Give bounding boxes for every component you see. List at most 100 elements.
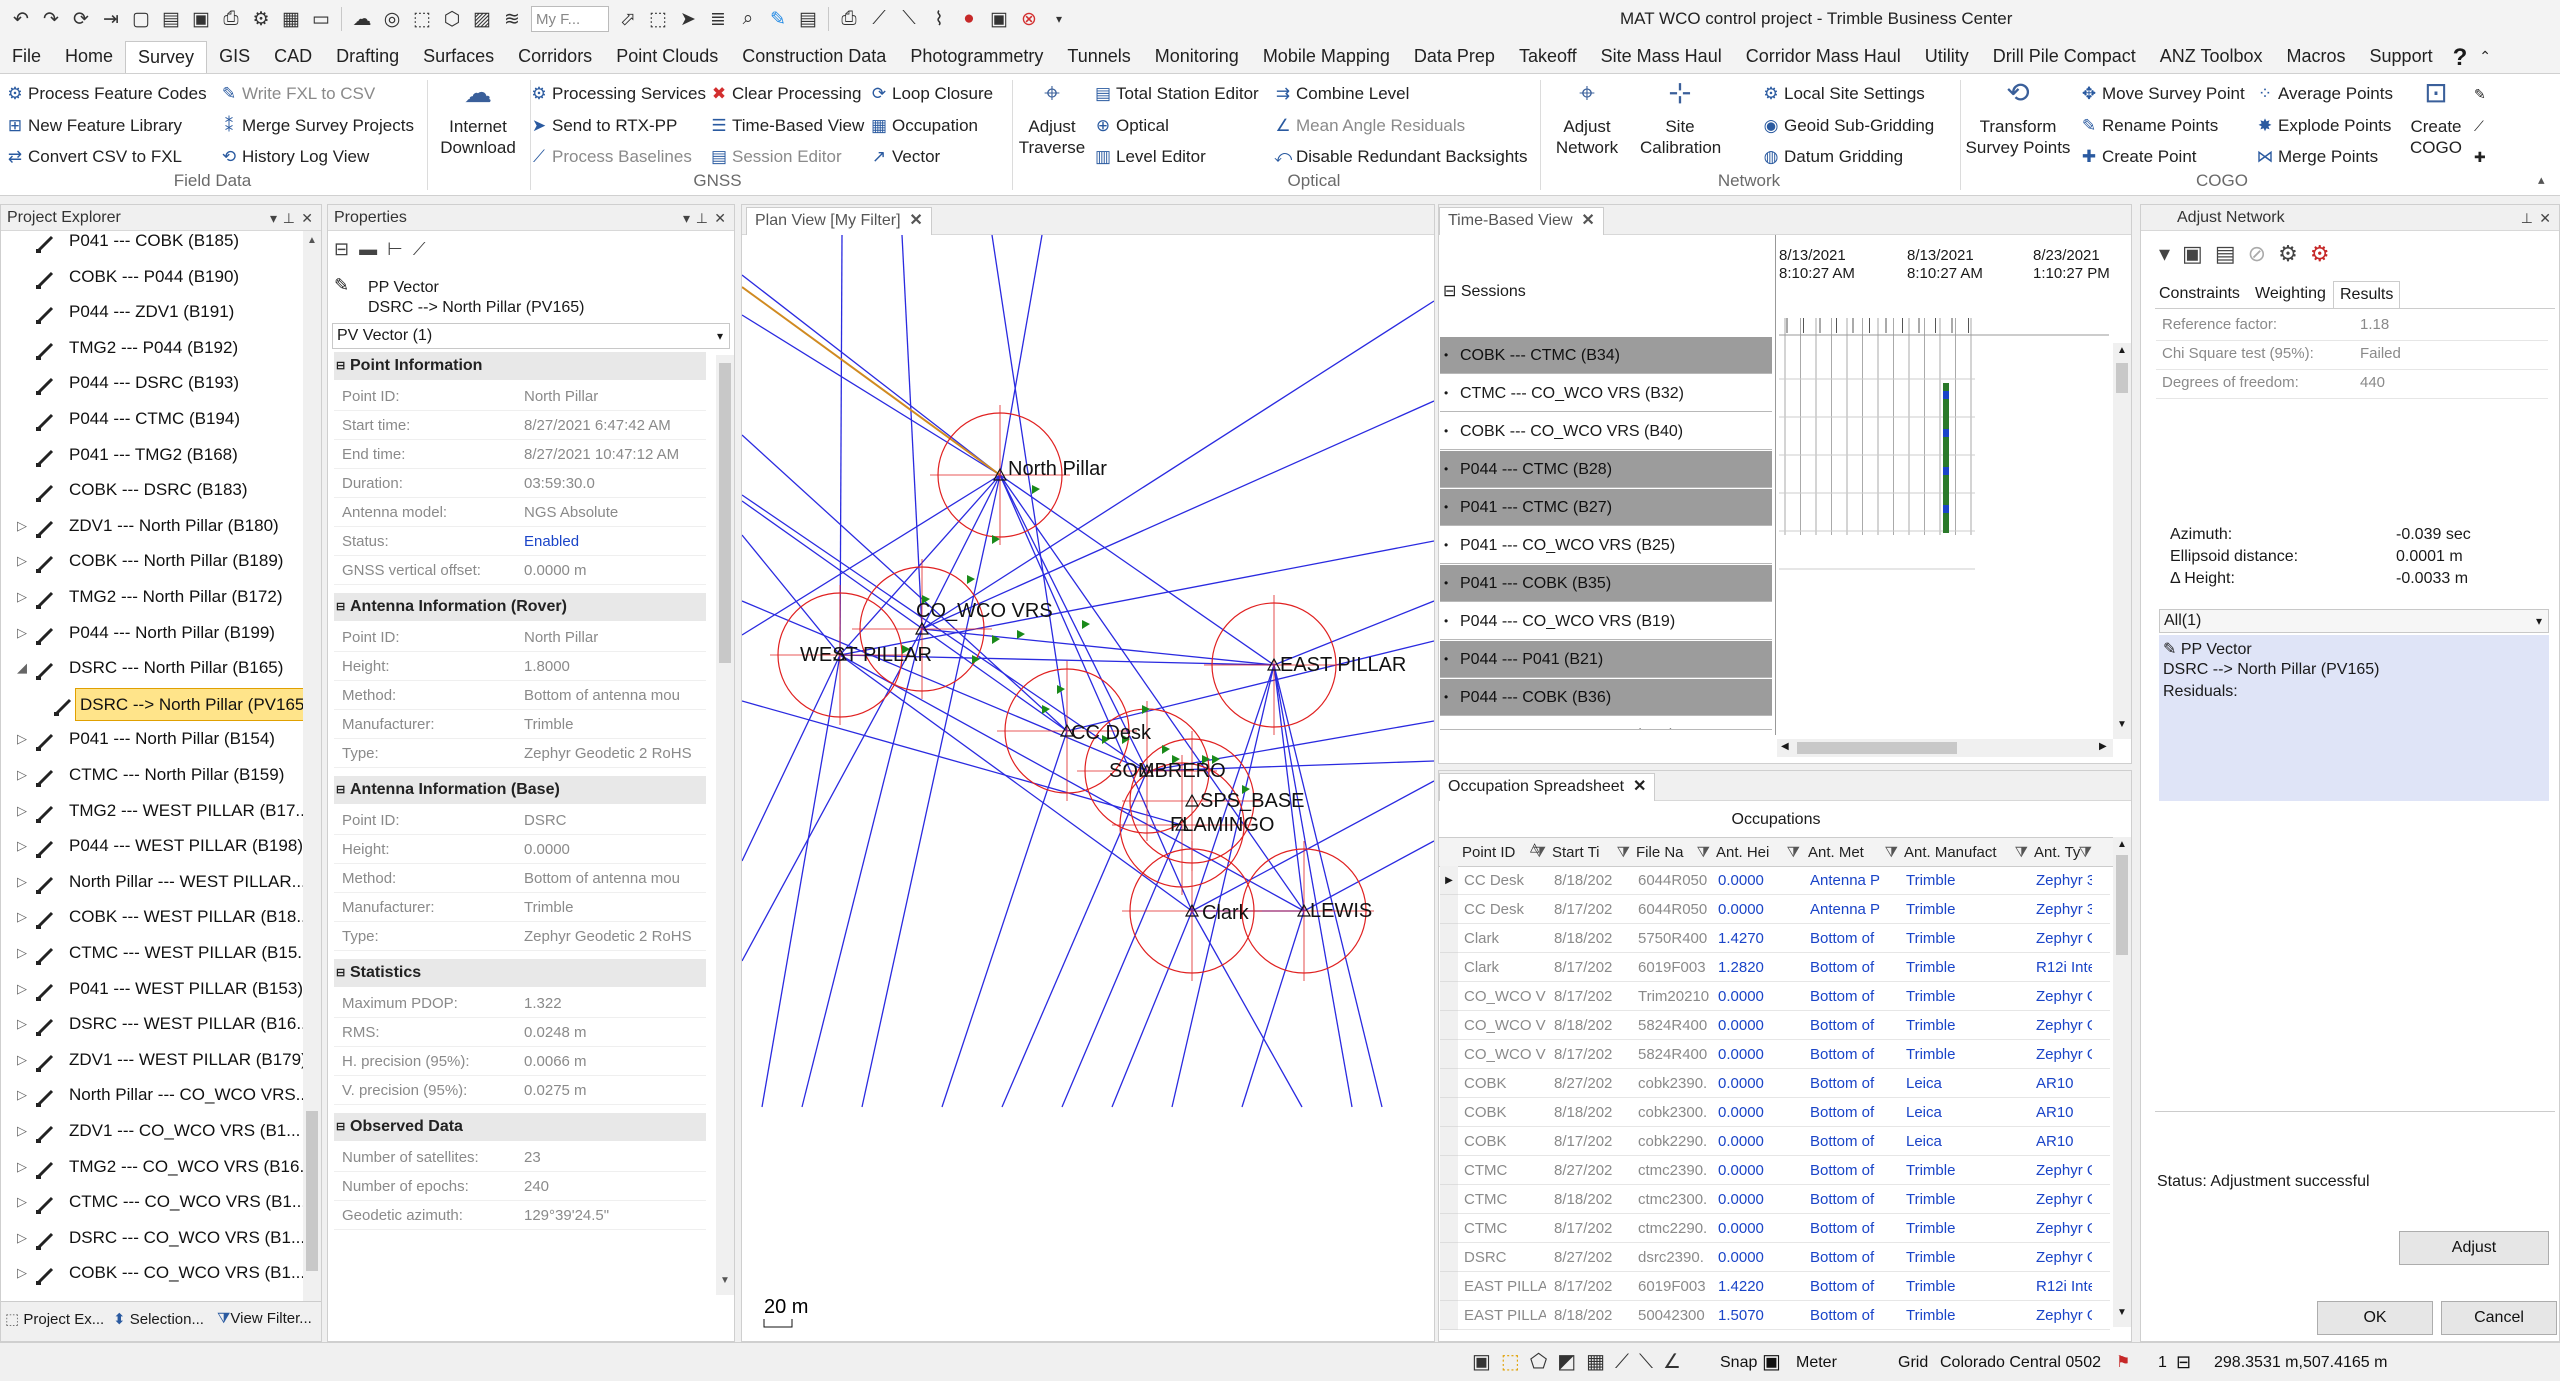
point-label[interactable]: SOMBRERO	[1109, 760, 1226, 782]
tree-icon[interactable]: ⊢	[387, 239, 403, 259]
tree-item[interactable]: ▷ P044 --- North Pillar (B199)	[1, 615, 303, 650]
table-cell[interactable]: Bottom of	[1810, 1214, 1898, 1243]
table-cell[interactable]: 6044R050	[1638, 895, 1710, 924]
tree-item[interactable]: ▷ P041 --- WEST PILLAR (B153)	[1, 971, 303, 1006]
units-selector[interactable]: Meter	[1796, 1343, 1837, 1381]
open-folder-icon[interactable]: ▤	[158, 6, 184, 32]
occupation-bar[interactable]	[1943, 429, 1949, 437]
level-editor-button[interactable]: ▥ Level Editor	[1094, 147, 1206, 167]
table-cell[interactable]: Trim20210	[1638, 982, 1710, 1011]
tree-item[interactable]: ▷ COBK --- CO_WCO VRS (B1...	[1, 1255, 303, 1290]
baseline-vector[interactable]	[1111, 910, 1193, 1108]
occupation-scrollbar[interactable]: ▲ ▼	[2113, 837, 2131, 1327]
table-cell[interactable]: Bottom of	[1810, 1301, 1898, 1330]
table-cell[interactable]: Trimble	[1906, 1214, 2028, 1243]
ribbon-tab-takeoff[interactable]: Takeoff	[1507, 41, 1589, 73]
row-selector[interactable]	[1440, 895, 1458, 924]
table-cell[interactable]: 0.0000	[1718, 1185, 1800, 1214]
close-icon[interactable]: ✕	[1581, 212, 1594, 229]
table-cell[interactable]: ctmc2300.	[1638, 1185, 1710, 1214]
table-cell[interactable]: CTMC	[1464, 1214, 1546, 1243]
write-fxl-to-csv-button[interactable]: ✎ Write FXL to CSV	[220, 84, 375, 104]
table-cell[interactable]: 8/17/202	[1554, 895, 1630, 924]
property-row[interactable]: H. precision (95%): 0.0066 m	[334, 1047, 706, 1076]
occupation-bar[interactable]	[1943, 391, 1949, 399]
create-cogo-button[interactable]: ⊡ Create COGO	[2402, 79, 2470, 158]
scroll-up-icon[interactable]: ▲	[2117, 839, 2127, 850]
expand-arrow-icon[interactable]: ▷	[17, 828, 27, 863]
table-cell[interactable]: Zephyr G	[2036, 1040, 2092, 1069]
table-cell[interactable]: 0.0000	[1718, 1098, 1800, 1127]
scroll-down-icon[interactable]: ▼	[720, 1275, 730, 1286]
table-cell[interactable]: CTMC	[1464, 1156, 1546, 1185]
point-label[interactable]: SPS_BASE	[1200, 790, 1305, 812]
property-section-header[interactable]: ⊟ Antenna Information (Base)	[334, 776, 706, 804]
loop-closure-button[interactable]: ⟳ Loop Closure	[870, 84, 993, 104]
send-to-rtx-pp-button[interactable]: ➤ Send to RTX-PP	[530, 116, 677, 136]
clipboard-icon[interactable]: ▤	[2215, 241, 2248, 266]
session-row[interactable]: • P044 --- COBK (B36)	[1440, 679, 1772, 716]
properties-selector[interactable]: PV Vector (1) ▾	[332, 323, 730, 349]
grid-icon[interactable]: ▦	[1586, 1351, 1615, 1373]
tree-item[interactable]: ▷ DSRC --- CO_WCO VRS (B1...	[1, 1220, 303, 1255]
table-cell[interactable]: AR10	[2036, 1127, 2092, 1156]
property-row[interactable]: Status: Enabled	[334, 527, 706, 556]
ok-button[interactable]: OK	[2317, 1301, 2433, 1335]
ribbon-tab-file[interactable]: File	[0, 41, 53, 73]
print-icon[interactable]: ⎙	[218, 6, 244, 32]
collapse-chevron-icon[interactable]: ⌃	[2467, 41, 2503, 73]
snap-fill-icon[interactable]: ◩	[1557, 1351, 1586, 1373]
convert-csv-to-fxl-button[interactable]: ⇄ Convert CSV to FXL	[6, 147, 182, 167]
table-cell[interactable]: Bottom of	[1810, 982, 1898, 1011]
dropdown-icon[interactable]: ▾	[2159, 241, 2182, 266]
tree-item[interactable]: ▷ TMG2 --- CO_WCO VRS (B16...	[1, 1149, 303, 1184]
process-feature-codes-button[interactable]: ⚙ Process Feature Codes	[6, 84, 206, 104]
tree-item[interactable]: ▷ CTMC --- North Pillar (B159)	[1, 757, 303, 792]
occupation-bar[interactable]	[1943, 467, 1949, 475]
ribbon-tab-construction-data[interactable]: Construction Data	[730, 41, 898, 73]
baseline-vector[interactable]	[742, 314, 1001, 476]
save-icon[interactable]: ▣	[188, 6, 214, 32]
close-icon[interactable]: ✕	[301, 205, 313, 231]
categorize-icon[interactable]: ⊟	[334, 239, 349, 259]
table-cell[interactable]: cobk2300.	[1638, 1098, 1710, 1127]
terminal-icon[interactable]: ▣	[986, 6, 1012, 32]
table-cell[interactable]: Bottom of	[1810, 1040, 1898, 1069]
cogo-edit-icon[interactable]: ✎	[2474, 84, 2486, 104]
table-cell[interactable]: Bottom of	[1810, 1127, 1898, 1156]
scroll-thumb[interactable]	[306, 1111, 318, 1271]
grid-toggle[interactable]: Grid	[1898, 1343, 1928, 1381]
settings-icon[interactable]: ⚙	[2278, 241, 2310, 266]
property-row[interactable]: Height: 1.8000	[334, 652, 706, 681]
scroll-thumb[interactable]	[719, 363, 731, 663]
baseline-vector[interactable]	[1273, 664, 1383, 1108]
ribbon-tab-utility[interactable]: Utility	[1913, 41, 1981, 73]
table-cell[interactable]: 0.0000	[1718, 1214, 1800, 1243]
table-cell[interactable]: Leica	[1906, 1098, 2028, 1127]
snap-measure-icon[interactable]: ⟍	[1639, 1351, 1663, 1373]
table-cell[interactable]: Trimble	[1906, 1272, 2028, 1301]
column-header[interactable]: Ant. Manufact ⧩	[1904, 840, 2030, 866]
select-icon[interactable]: ⬀	[615, 6, 641, 32]
tab-selection[interactable]: ⬍ Selection...	[113, 1310, 204, 1328]
session-row[interactable]: • P041 --- CO_WCO VRS (B25)	[1440, 527, 1772, 564]
scroll-up-icon[interactable]: ▲	[307, 235, 317, 246]
average-points-button[interactable]: ⁘ Average Points	[2256, 84, 2393, 104]
column-header[interactable]: File Na ⧩	[1636, 840, 1712, 866]
table-cell[interactable]: 0.0000	[1718, 982, 1800, 1011]
expand-arrow-icon[interactable]: ▷	[17, 579, 27, 614]
merge-survey-projects-button[interactable]: ⁑ Merge Survey Projects	[220, 116, 414, 136]
expand-arrow-icon[interactable]: ▷	[17, 1220, 27, 1255]
tree-item[interactable]: ▷ ZDV1 --- North Pillar (B180)	[1, 508, 303, 543]
tab-occupation-spreadsheet[interactable]: Occupation Spreadsheet ✕	[1439, 773, 1656, 801]
tree-item[interactable]: ▷ TMG2 --- WEST PILLAR (B17...	[1, 793, 303, 828]
baseline-vector[interactable]	[801, 628, 923, 1108]
table-cell[interactable]: Bottom of	[1810, 953, 1898, 982]
table-cell[interactable]: Zephyr G	[2036, 1185, 2092, 1214]
printer-icon[interactable]: ⎙	[836, 6, 862, 32]
tree-item[interactable]: ▷ COBK --- North Pillar (B189)	[1, 543, 303, 578]
table-cell[interactable]: 0.0000	[1718, 1127, 1800, 1156]
table-cell[interactable]: Trimble	[1906, 953, 2028, 982]
table-cell[interactable]: 8/17/202	[1554, 982, 1630, 1011]
ribbon-tab-tunnels[interactable]: Tunnels	[1055, 41, 1142, 73]
